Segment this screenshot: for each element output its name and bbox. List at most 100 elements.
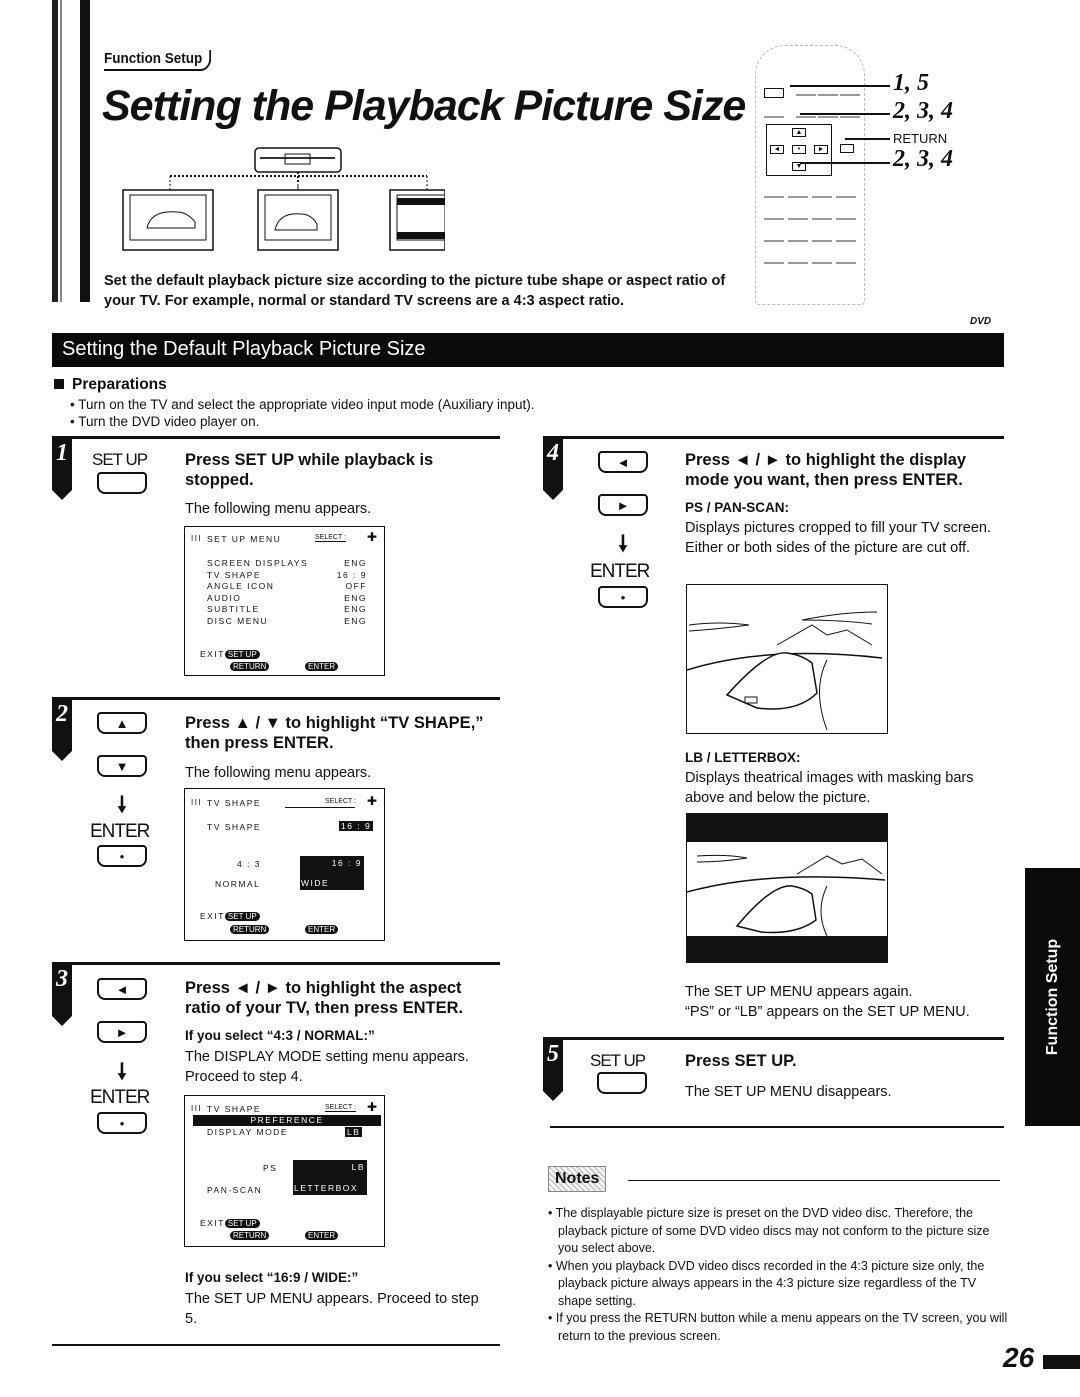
wide-option-highlight: 16 : 9 WIDE [300, 856, 364, 890]
left-arrow-button-icon: ◄ [97, 978, 147, 1000]
step-number-4: 4 [543, 438, 563, 500]
callout-line [790, 85, 890, 87]
osd-select-hint: SELECT : [315, 534, 346, 542]
enter-button-label: ENTER [590, 561, 650, 582]
margin-bar [80, 0, 90, 302]
step-4-heading: Press ◄ / ► to highlight the display mod… [685, 451, 967, 489]
enter-pill: ENTER [305, 662, 339, 671]
notes-rule [628, 1180, 1000, 1181]
select-cross-icon: ✚ [367, 794, 379, 808]
pan-scan-picture [686, 584, 888, 734]
step-divider [52, 436, 500, 439]
letterbox-option-highlight: LB LETTERBOX [293, 1160, 367, 1195]
tv-letterbox-icon [389, 176, 445, 251]
step-divider [543, 436, 1004, 439]
side-tab: Function Setup [1025, 868, 1080, 1126]
after-text-2: “PS” or “LB” appears on the SET UP MENU. [685, 1004, 970, 1020]
pan-scan-text: Displays pictures cropped to fill your T… [685, 520, 991, 556]
step-3-sub1-text: The DISPLAY MODE setting menu appears. P… [185, 1049, 469, 1085]
list-item: • Turn the DVD video player on. [70, 414, 260, 429]
note-item: • If you press the RETURN button while a… [548, 1311, 1008, 1343]
setup-key-icon [764, 88, 784, 98]
step-1-heading: Press SET UP while playback is stopped. [185, 451, 434, 489]
callout-line [800, 162, 890, 164]
section-heading: Setting the Default Playback Picture Siz… [52, 333, 1004, 367]
enter-button-label: ENTER [90, 821, 150, 842]
page-title: Setting the Playback Picture Size [102, 82, 746, 130]
margin-bar [52, 0, 58, 302]
osd-title: SET UP MENU [207, 534, 282, 544]
margin-bar [60, 0, 62, 302]
step-2-text: The following menu appears. [185, 765, 372, 781]
page-number: 26 [1003, 1342, 1035, 1373]
after-text-1: The SET UP MENU appears again. [685, 984, 913, 1000]
step-3-heading: Press ◄ / ► to highlight the aspect rati… [185, 979, 464, 1017]
right-arrow-button-icon: ► [97, 1021, 147, 1043]
step-divider [52, 697, 500, 700]
step-divider [550, 1126, 1004, 1128]
tv-shape-menu-screen: III TV SHAPE SELECT : ✚ TV SHAPE 16 : 9 … [184, 788, 385, 941]
intro-text: Set the default playback picture size ac… [104, 273, 726, 309]
tv-diagram-illustration [122, 147, 445, 251]
display-mode-menu-screen: III TV SHAPE SELECT : ✚ PREFERENCE DISPL… [184, 1095, 385, 1247]
note-item: • The displayable picture size is preset… [548, 1206, 990, 1255]
callout-line [800, 113, 890, 115]
setup-button-label: SET UP [92, 450, 148, 469]
pan-scan-heading: PS / PAN-SCAN: [685, 500, 790, 515]
setup-button-icon [597, 1072, 647, 1094]
notes-list: • The displayable picture size is preset… [548, 1205, 1008, 1345]
tv-normal-icon [122, 176, 214, 251]
step-3-sub1-heading: If you select “4:3 / NORMAL:” [185, 1028, 375, 1043]
preference-band: PREFERENCE [193, 1115, 381, 1126]
letterbox-text: Displays theatrical images with masking … [685, 770, 974, 806]
step-1-text: The following menu appears. [185, 501, 372, 517]
step-5-text: The SET UP MENU disappears. [685, 1084, 892, 1100]
setup-pill: SET UP [224, 650, 260, 659]
car-illustration [687, 842, 887, 937]
callout-steps-2-3-4-enter: 2, 3, 4 [893, 146, 953, 172]
step-2-heading: Press ▲ / ▼ to highlight “TV SHAPE,” the… [185, 714, 484, 752]
car-illustration [687, 611, 883, 731]
step-divider [52, 962, 500, 965]
enter-button-icon: • [97, 1112, 147, 1134]
notes-badge: Notes [548, 1166, 607, 1192]
callout-return: RETURN [893, 131, 948, 146]
page-number-bar [1043, 1355, 1080, 1369]
dvd-player-icon [254, 147, 342, 173]
setup-button-icon [97, 472, 147, 494]
enter-button-label: ENTER [90, 1087, 150, 1108]
step-3-sub2-text: The SET UP MENU appears. Proceed to step… [185, 1291, 479, 1327]
arrow-down-icon: 🠗 [618, 531, 628, 556]
preparations-heading: Preparations [54, 376, 167, 394]
letterbox-heading: LB / LETTERBOX: [685, 750, 801, 765]
step-number-2: 2 [52, 699, 72, 761]
select-cross-icon: ✚ [367, 1100, 379, 1114]
section-tag: Function Setup [104, 50, 212, 71]
return-pill: RETURN [230, 662, 270, 671]
step-number-1: 1 [52, 438, 72, 500]
callout-steps-1-5: 1, 5 [893, 70, 929, 96]
step-number-3: 3 [52, 964, 72, 1026]
setup-menu-screen: III SET UP MENU SELECT : ✚ SCREEN DISPLA… [184, 526, 385, 676]
step-5-heading: Press SET UP. [685, 1052, 797, 1070]
up-arrow-button-icon: ▲ [97, 712, 147, 734]
note-item: • When you playback DVD video discs reco… [548, 1258, 985, 1308]
step-divider [543, 1037, 1004, 1040]
remote-control-illustration: ▲ ◄ • ► ▼ [755, 45, 865, 305]
step-3-sub2-heading: If you select “16:9 / WIDE:” [185, 1270, 359, 1285]
return-key-icon [840, 144, 854, 153]
dpad-icon: ▲ ◄ • ► ▼ [766, 124, 832, 176]
enter-button-icon: • [598, 586, 648, 608]
tv-pan-scan-icon [257, 184, 339, 251]
callout-line [845, 138, 890, 140]
left-arrow-button-icon: ◄ [598, 451, 648, 473]
enter-button-icon: • [97, 845, 147, 867]
right-arrow-button-icon: ► [598, 494, 648, 516]
osd-rows: SCREEN DISPLAYS ENG TV SHAPE 16 : 9 ANGLE … [207, 558, 367, 626]
select-cross-icon: ✚ [367, 530, 379, 544]
callout-steps-2-3-4: 2, 3, 4 [893, 98, 953, 124]
setup-button-label: SET UP [590, 1051, 646, 1070]
step-number-5: 5 [543, 1039, 563, 1101]
preparations-list: • Turn on the TV and select the appropri… [70, 396, 535, 430]
list-item: • Turn on the TV and select the appropri… [70, 397, 535, 412]
